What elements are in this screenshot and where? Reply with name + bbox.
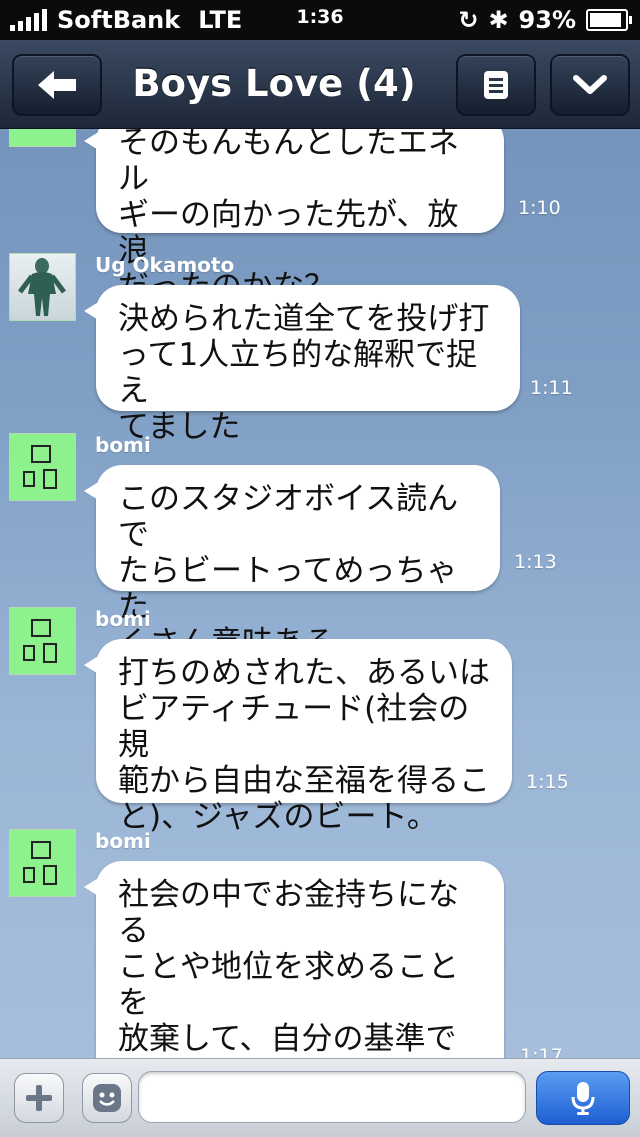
bomi-avatar	[9, 433, 76, 501]
plus-icon	[26, 1085, 52, 1111]
message-input[interactable]	[138, 1071, 526, 1123]
message-time: 1:11	[530, 377, 573, 399]
message-time: 1:17	[520, 1045, 563, 1058]
bomi-avatar	[9, 607, 76, 675]
message-bubble: 打ちのめされた、あるいは ビアティチュード(社会の規 範から自由な至福を得るこ …	[84, 639, 512, 835]
message-input-bar	[0, 1058, 640, 1137]
bear-icon	[23, 445, 57, 489]
message-bubble: 社会の中でお金持ちになる ことや地位を求めることを 放棄して、自分の基準で自 分…	[84, 861, 504, 1058]
microphone-icon	[571, 1082, 595, 1115]
message-time: 1:15	[526, 771, 569, 793]
status-bar: SoftBank LTE 1:36 ↻ ✱ 93%	[0, 0, 640, 40]
sender-name: bomi	[95, 829, 151, 853]
notes-button[interactable]	[456, 54, 536, 116]
dropdown-button[interactable]	[550, 54, 630, 116]
message-time: 1:13	[514, 551, 557, 573]
chevron-down-icon	[573, 75, 607, 94]
voice-input-button[interactable]	[536, 1071, 630, 1125]
bear-icon	[23, 619, 57, 663]
bear-icon	[23, 841, 57, 885]
sender-name: Ug Okamoto	[95, 253, 235, 277]
message-time: 1:10	[518, 197, 561, 219]
okamoto-avatar	[9, 253, 76, 321]
add-button[interactable]	[14, 1073, 64, 1123]
rotation-lock-icon: ↻	[458, 6, 479, 34]
message-bubble: 決められた道全てを投げ打 って1人立ち的な解釈で捉え てました	[84, 285, 520, 445]
sender-name: bomi	[95, 607, 151, 631]
sender-name: bomi	[95, 433, 151, 457]
smiley-icon	[93, 1084, 121, 1112]
navigation-bar: Boys Love (4)	[0, 40, 640, 129]
message-bubble: このスタジオボイス読んで たらビートってめっちゃた くさん意味ある	[84, 465, 500, 661]
figure-icon	[18, 258, 66, 316]
battery-icon	[586, 9, 632, 31]
notes-icon	[484, 71, 508, 99]
emoji-button[interactable]	[82, 1073, 132, 1123]
bluetooth-icon: ✱	[488, 6, 509, 34]
message-bubble: そのもんもんとしたエネル ギーの向かった先が、放浪 だったのかな？	[84, 129, 504, 305]
bomi-avatar	[9, 829, 76, 897]
chat-area[interactable]: そのもんもんとしたエネル ギーの向かった先が、放浪 だったのかな？ 1:10 U…	[0, 129, 640, 1058]
bomi-avatar	[9, 129, 76, 147]
battery-percent: 93%	[518, 6, 576, 34]
